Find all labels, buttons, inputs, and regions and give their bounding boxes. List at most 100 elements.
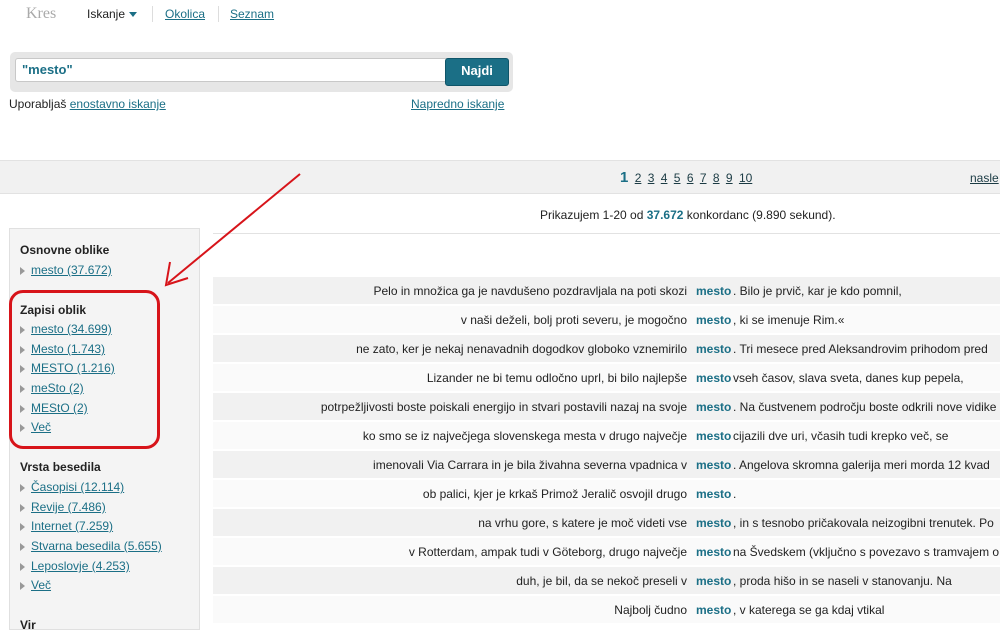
right-context: . Angelova skromna galerija meri morda 1… <box>733 458 990 472</box>
right-context: cijazili dve uri, včasih tudi krepko več… <box>733 429 949 443</box>
keyword[interactable]: mesto <box>696 429 731 443</box>
keyword[interactable]: mesto <box>696 516 731 530</box>
section-title-osnovne-oblike: Osnovne oblike <box>20 243 110 257</box>
keyword[interactable]: mesto <box>696 371 731 385</box>
keyword[interactable]: mesto <box>696 603 731 617</box>
filter-item[interactable]: Časopisi (12.114) <box>20 480 124 494</box>
page-link[interactable]: 4 <box>661 171 668 185</box>
nav-divider <box>152 6 153 22</box>
right-context: . <box>733 487 737 501</box>
filter-item[interactable]: Leposlovje (4.253) <box>20 559 130 573</box>
pagination: 1 2 3 4 5 6 7 8 9 10 <box>620 169 755 186</box>
right-context: , in s tesnobo pričakovala neizogibni tr… <box>733 516 994 530</box>
keyword[interactable]: mesto <box>696 574 731 588</box>
simple-search-prefix: Uporabljaš <box>9 97 67 111</box>
divider <box>213 233 1000 234</box>
keyword[interactable]: mesto <box>696 458 731 472</box>
simple-search-line: Uporabljaš enostavno iskanje <box>9 97 166 111</box>
page-link[interactable]: 2 <box>635 171 642 185</box>
page-link[interactable]: 7 <box>700 171 707 185</box>
filter-link[interactable]: mesto (37.672) <box>31 263 112 277</box>
concordance-row[interactable]: duh, je bil, da se nekoč preseli v mesto,… <box>213 567 1000 596</box>
triangle-right-icon <box>20 483 25 492</box>
top-navigation: Kres Iskanje Okolica Seznam <box>0 0 1000 29</box>
kres-logo[interactable]: Kres <box>26 5 56 23</box>
concordance-row[interactable]: Lizander ne bi temu odločno uprl, bi bil… <box>213 364 1000 393</box>
left-context: potrpežljivosti boste poiskali energijo … <box>320 400 687 414</box>
keyword[interactable]: mesto <box>696 545 731 559</box>
filter-item[interactable]: mesto (37.672) <box>20 263 112 277</box>
search-button[interactable]: Najdi <box>445 58 509 86</box>
right-context: . Bilo je prvič, kar je kdo pomnil, <box>733 284 902 298</box>
caret-down-icon <box>129 12 138 18</box>
filter-link[interactable]: Časopisi (12.114) <box>31 480 124 494</box>
concordance-row[interactable]: v Rotterdam, ampak tudi v Göteborg, drug… <box>213 538 1000 567</box>
search-box: "mesto" Najdi <box>10 52 513 92</box>
left-context: duh, je bil, da se nekoč preseli v <box>516 574 687 588</box>
triangle-right-icon <box>20 542 25 551</box>
concordance-row[interactable]: ob palici, kjer je krkaš Primož Jeralič … <box>213 480 1000 509</box>
triangle-right-icon <box>20 503 25 512</box>
pagination-bar: 1 2 3 4 5 6 7 8 9 10 nasle <box>0 160 1000 194</box>
keyword[interactable]: mesto <box>696 400 731 414</box>
left-context: na vrhu gore, s katere je moč videti vse <box>478 516 687 530</box>
keyword[interactable]: mesto <box>696 313 731 327</box>
keyword[interactable]: mesto <box>696 284 731 298</box>
current-page: 1 <box>620 169 629 186</box>
concordance-row[interactable]: ne zato, ker je nekaj nenavadnih dogodko… <box>213 335 1000 364</box>
concordance-row[interactable]: na vrhu gore, s katere je moč videti vse… <box>213 509 1000 538</box>
concordance-row[interactable]: potrpežljivosti boste poiskali energijo … <box>213 393 1000 422</box>
section-title-vir: Vir <box>20 618 36 632</box>
filter-item[interactable]: Internet (7.259) <box>20 519 113 533</box>
nav-seznam-link[interactable]: Seznam <box>230 7 274 21</box>
advanced-search-link[interactable]: Napredno iskanje <box>411 97 504 111</box>
filter-link[interactable]: Stvarna besedila (5.655) <box>31 539 162 553</box>
filter-link[interactable]: Leposlovje (4.253) <box>31 559 130 573</box>
search-area: "mesto" Najdi Uporabljaš enostavno iskan… <box>0 28 1000 160</box>
nav-okolica-link[interactable]: Okolica <box>165 7 205 21</box>
page-link[interactable]: 3 <box>648 171 655 185</box>
page-link[interactable]: 9 <box>726 171 733 185</box>
annotation-highlight-box <box>9 290 160 449</box>
concordance-list: Pelo in množica ga je navdušeno pozdravl… <box>213 277 1000 625</box>
keyword[interactable]: mesto <box>696 342 731 356</box>
filter-item[interactable]: Revije (7.486) <box>20 500 106 514</box>
page-link[interactable]: 5 <box>674 171 681 185</box>
search-input[interactable]: "mesto" <box>15 58 451 82</box>
page-link[interactable]: 10 <box>739 171 752 185</box>
filter-link[interactable]: Revije (7.486) <box>31 500 106 514</box>
concordance-row[interactable]: ko smo se iz največjega slovenskega mest… <box>213 422 1000 451</box>
concordance-row[interactable]: imenovali Via Carrara in je bila živahna… <box>213 451 1000 480</box>
section-title-vrsta-besedila: Vrsta besedila <box>20 460 101 474</box>
nav-iskanje-menu[interactable]: Iskanje <box>87 7 138 21</box>
summary-suffix: konkordanc (9.890 sekund). <box>686 208 836 222</box>
left-context: ob palici, kjer je krkaš Primož Jeralič … <box>422 487 687 501</box>
keyword[interactable]: mesto <box>696 487 731 501</box>
right-context: vseh časov, slava sveta, danes kup pepel… <box>733 371 964 385</box>
triangle-right-icon <box>20 522 25 531</box>
page-link[interactable]: 8 <box>713 171 720 185</box>
right-context: , proda hišo in se naseli v stanovanju. … <box>733 574 952 588</box>
result-count: 37.672 <box>646 208 684 222</box>
right-context: , v katerega se ga kdaj vtikal <box>733 603 885 617</box>
filter-item[interactable]: Stvarna besedila (5.655) <box>20 539 162 553</box>
results-summary: Prikazujem 1-20 od 37.672 konkordanc (9.… <box>540 208 836 222</box>
left-context: Lizander ne bi temu odločno uprl, bi bil… <box>426 371 687 385</box>
right-context: . Na čustvenem področju boste odkrili no… <box>733 400 997 414</box>
nav-iskanje-label: Iskanje <box>87 7 126 21</box>
triangle-right-icon <box>20 266 25 275</box>
more-link[interactable]: Več <box>31 578 51 592</box>
simple-search-link[interactable]: enostavno iskanje <box>70 97 166 111</box>
concordance-row[interactable]: Pelo in množica ga je navdušeno pozdravl… <box>213 277 1000 306</box>
left-context: v Rotterdam, ampak tudi v Göteborg, drug… <box>408 545 687 559</box>
left-context: ko smo se iz največjega slovenskega mest… <box>362 429 687 443</box>
left-context: v naši deželi, bolj proti severu, je mog… <box>460 313 687 327</box>
page-link[interactable]: 6 <box>687 171 694 185</box>
concordance-row[interactable]: v naši deželi, bolj proti severu, je mog… <box>213 306 1000 335</box>
left-context: Najbolj čudno <box>614 603 687 617</box>
filter-link[interactable]: Internet (7.259) <box>31 519 113 533</box>
filter-item-more[interactable]: Več <box>20 578 51 592</box>
left-context: imenovali Via Carrara in je bila živahna… <box>373 458 687 472</box>
concordance-row[interactable]: Najbolj čudno mesto, v katerega se ga kda… <box>213 596 1000 625</box>
next-page-link[interactable]: nasle <box>970 171 999 185</box>
